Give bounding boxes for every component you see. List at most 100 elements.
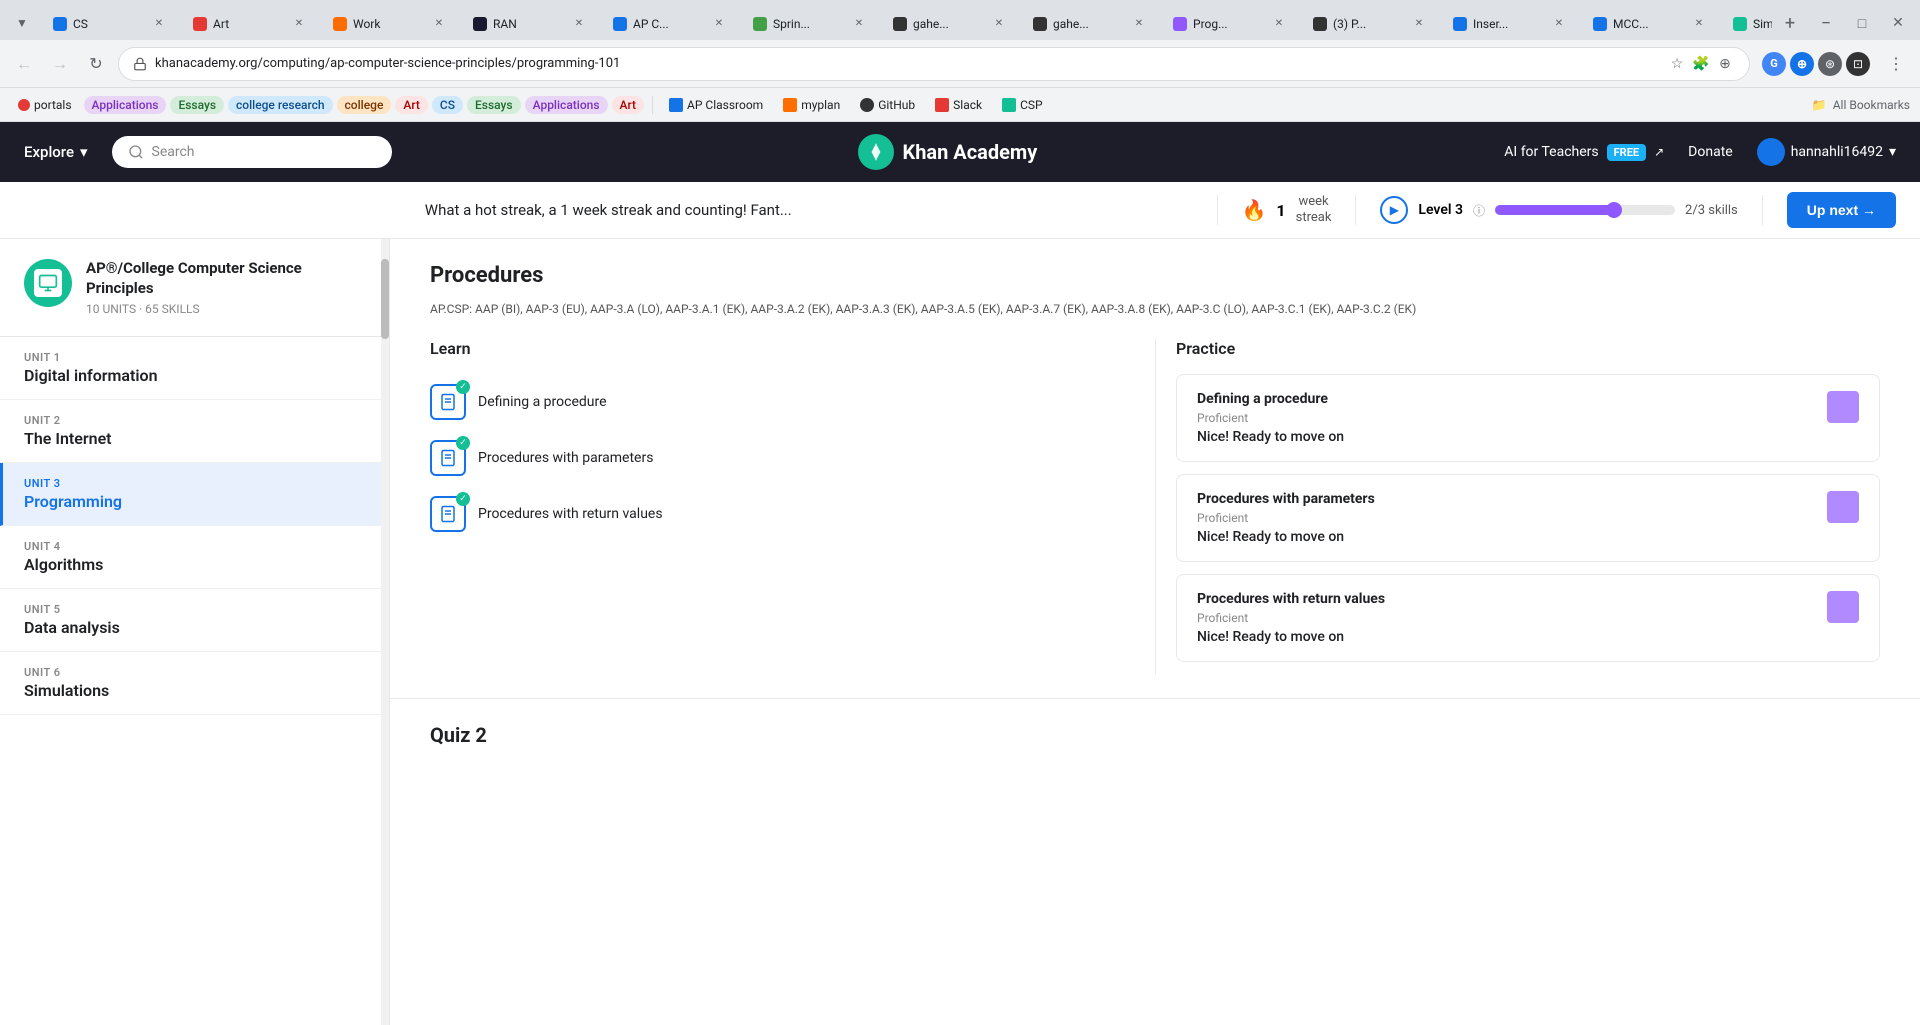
flame-icon: 🔥 bbox=[1242, 198, 1267, 222]
bookmark-slack[interactable]: Slack bbox=[927, 95, 990, 115]
all-bookmarks-label[interactable]: All Bookmarks bbox=[1833, 98, 1910, 112]
level-skills-count: 2/3 skills bbox=[1685, 203, 1738, 218]
sidebar-unit-1[interactable]: UNIT 2 The Internet bbox=[0, 400, 389, 463]
google-ext-icon[interactable]: G bbox=[1762, 52, 1786, 76]
tab-apc[interactable]: AP C... ✕ bbox=[600, 7, 740, 39]
bookmark-applications-1[interactable]: Applications bbox=[84, 96, 167, 114]
practice-card-0[interactable]: Defining a procedure Proficient Nice! Re… bbox=[1176, 374, 1880, 462]
tab-inser[interactable]: Inser... ✕ bbox=[1440, 7, 1580, 39]
explore-menu[interactable]: Explore ▾ bbox=[24, 143, 88, 161]
tab-close-inser[interactable]: ✕ bbox=[1551, 16, 1567, 32]
address-bar[interactable]: khanacademy.org/computing/ap-computer-sc… bbox=[118, 47, 1750, 81]
tab-sprin[interactable]: Sprin... ✕ bbox=[740, 7, 880, 39]
practice-items: Defining a procedure Proficient Nice! Re… bbox=[1176, 374, 1880, 662]
tab-mcc[interactable]: MCC... ✕ bbox=[1580, 7, 1720, 39]
sidebar-scroll-thumb[interactable] bbox=[381, 259, 389, 339]
tab-close-sprin[interactable]: ✕ bbox=[851, 16, 867, 32]
new-tab-btn[interactable]: + bbox=[1776, 9, 1804, 37]
search-bar[interactable]: Search bbox=[112, 136, 392, 168]
unit-label-2: UNIT 3 bbox=[24, 477, 365, 490]
tab-prog1[interactable]: Prog... ✕ bbox=[1160, 7, 1300, 39]
external-link-icon: ↗ bbox=[1654, 145, 1664, 159]
ext3-icon[interactable]: ⊛ bbox=[1818, 52, 1842, 76]
tab-3p[interactable]: (3) P... ✕ bbox=[1300, 7, 1440, 39]
user-menu[interactable]: hannahli16492 ▾ bbox=[1757, 138, 1896, 166]
ka-logo[interactable]: Khan Academy bbox=[858, 134, 1037, 170]
sidebar-scrollbar[interactable] bbox=[381, 239, 389, 1025]
tab-close-prog1[interactable]: ✕ bbox=[1271, 16, 1287, 32]
tab-close-art[interactable]: ✕ bbox=[291, 16, 307, 32]
bookmark-art-2[interactable]: Art bbox=[612, 96, 645, 114]
bookmark-cs[interactable]: CS bbox=[432, 96, 463, 114]
ext4-icon[interactable]: ⊡ bbox=[1846, 52, 1870, 76]
tab-close-gahe1[interactable]: ✕ bbox=[991, 16, 1007, 32]
bookmark-essays-1[interactable]: Essays bbox=[170, 96, 224, 114]
minimize-btn[interactable]: − bbox=[1812, 9, 1840, 37]
tab-gahe1[interactable]: gahe... ✕ bbox=[880, 7, 1020, 39]
back-btn[interactable]: ← bbox=[10, 50, 38, 78]
course-icon-inner bbox=[34, 269, 62, 297]
practice-card-title-0: Defining a procedure bbox=[1197, 391, 1815, 407]
ka-header: Explore ▾ Search Khan Academy AI for Tea… bbox=[0, 122, 1920, 182]
practice-card-2[interactable]: Procedures with return values Proficient… bbox=[1176, 574, 1880, 662]
unit-label-4: UNIT 5 bbox=[24, 603, 365, 616]
bookmark-college-research[interactable]: college research bbox=[228, 96, 333, 114]
learn-item-1[interactable]: ✓ Procedures with parameters bbox=[430, 430, 1135, 486]
learn-item-0[interactable]: ✓ Defining a procedure bbox=[430, 374, 1135, 430]
procedures-standards: AP.CSP: AAP (BI), AAP-3 (EU), AAP-3.A (L… bbox=[430, 300, 1880, 319]
reload-btn[interactable]: ↻ bbox=[82, 50, 110, 78]
tab-title-3p: (3) P... bbox=[1333, 17, 1405, 31]
bookmark-star-icon[interactable]: ☆ bbox=[1667, 54, 1687, 74]
sidebar-unit-4[interactable]: UNIT 5 Data analysis bbox=[0, 589, 389, 652]
sidebar-unit-0[interactable]: UNIT 1 Digital information bbox=[0, 337, 389, 400]
tab-close-apc[interactable]: ✕ bbox=[711, 16, 727, 32]
tab-close-work[interactable]: ✕ bbox=[431, 16, 447, 32]
sidebar-unit-2[interactable]: UNIT 3 Programming bbox=[0, 463, 389, 526]
up-next-button[interactable]: Up next → bbox=[1787, 192, 1896, 228]
tab-close-ran[interactable]: ✕ bbox=[571, 16, 587, 32]
tab-ran[interactable]: RAN ✕ bbox=[460, 7, 600, 39]
bookmark-portals[interactable]: portals bbox=[10, 95, 80, 115]
tab-close-3p[interactable]: ✕ bbox=[1411, 16, 1427, 32]
tab-work[interactable]: Work ✕ bbox=[320, 7, 460, 39]
bookmark-myplan[interactable]: myplan bbox=[775, 95, 848, 115]
bookmark-csp[interactable]: CSP bbox=[994, 95, 1051, 115]
ka-leaf-icon bbox=[865, 141, 887, 163]
quiz-section: Quiz 2 bbox=[390, 698, 1920, 771]
forward-btn[interactable]: → bbox=[46, 50, 74, 78]
extension-icon[interactable]: ⊕ bbox=[1715, 54, 1735, 74]
tab-dropdown-btn[interactable]: ▼ bbox=[8, 9, 36, 37]
course-monitor-icon bbox=[38, 273, 58, 293]
tab-art[interactable]: Art ✕ bbox=[180, 7, 320, 39]
streak-divider-3 bbox=[1762, 195, 1763, 225]
tab-simu[interactable]: Simu... ✕ bbox=[1720, 7, 1772, 39]
tab-close-gahe2[interactable]: ✕ bbox=[1131, 16, 1147, 32]
sidebar-unit-3[interactable]: UNIT 4 Algorithms bbox=[0, 526, 389, 589]
learn-icon-0: ✓ bbox=[430, 384, 466, 420]
tab-close-mcc[interactable]: ✕ bbox=[1691, 16, 1707, 32]
more-menu-btn[interactable]: ⋮ bbox=[1882, 50, 1910, 78]
bookmark-art-1[interactable]: Art bbox=[395, 96, 428, 114]
unit-label-0: UNIT 1 bbox=[24, 351, 365, 364]
close-btn[interactable]: ✕ bbox=[1884, 9, 1912, 37]
bookmark-applications-2[interactable]: Applications bbox=[525, 96, 608, 114]
learn-item-2[interactable]: ✓ Procedures with return values bbox=[430, 486, 1135, 542]
bookmark-essays-2[interactable]: Essays bbox=[467, 96, 521, 114]
tab-gahe2[interactable]: gahe... ✕ bbox=[1020, 7, 1160, 39]
level-play-btn[interactable]: ▶ bbox=[1380, 196, 1408, 224]
bookmark-ap-classroom[interactable]: AP Classroom bbox=[661, 95, 771, 115]
extension-puzzle-icon[interactable]: 🧩 bbox=[1691, 54, 1711, 74]
ext2-icon[interactable]: ⊕ bbox=[1790, 52, 1814, 76]
browser-window: ▼ CS ✕ Art ✕ Work ✕ RAN ✕ AP C... ✕ Spri… bbox=[0, 0, 1920, 1025]
donate-link[interactable]: Donate bbox=[1688, 144, 1733, 160]
level-info-icon[interactable]: ⓘ bbox=[1473, 202, 1485, 219]
tab-cs[interactable]: CS ✕ bbox=[40, 7, 180, 39]
maximize-btn[interactable]: □ bbox=[1848, 9, 1876, 37]
search-placeholder: Search bbox=[152, 144, 195, 160]
tab-close-cs[interactable]: ✕ bbox=[151, 16, 167, 32]
ai-teachers-link[interactable]: AI for Teachers FREE ↗ bbox=[1504, 144, 1664, 161]
bookmark-college[interactable]: college bbox=[337, 96, 392, 114]
sidebar-unit-5[interactable]: UNIT 6 Simulations bbox=[0, 652, 389, 715]
bookmark-github[interactable]: GitHub bbox=[852, 95, 923, 115]
practice-card-1[interactable]: Procedures with parameters Proficient Ni… bbox=[1176, 474, 1880, 562]
